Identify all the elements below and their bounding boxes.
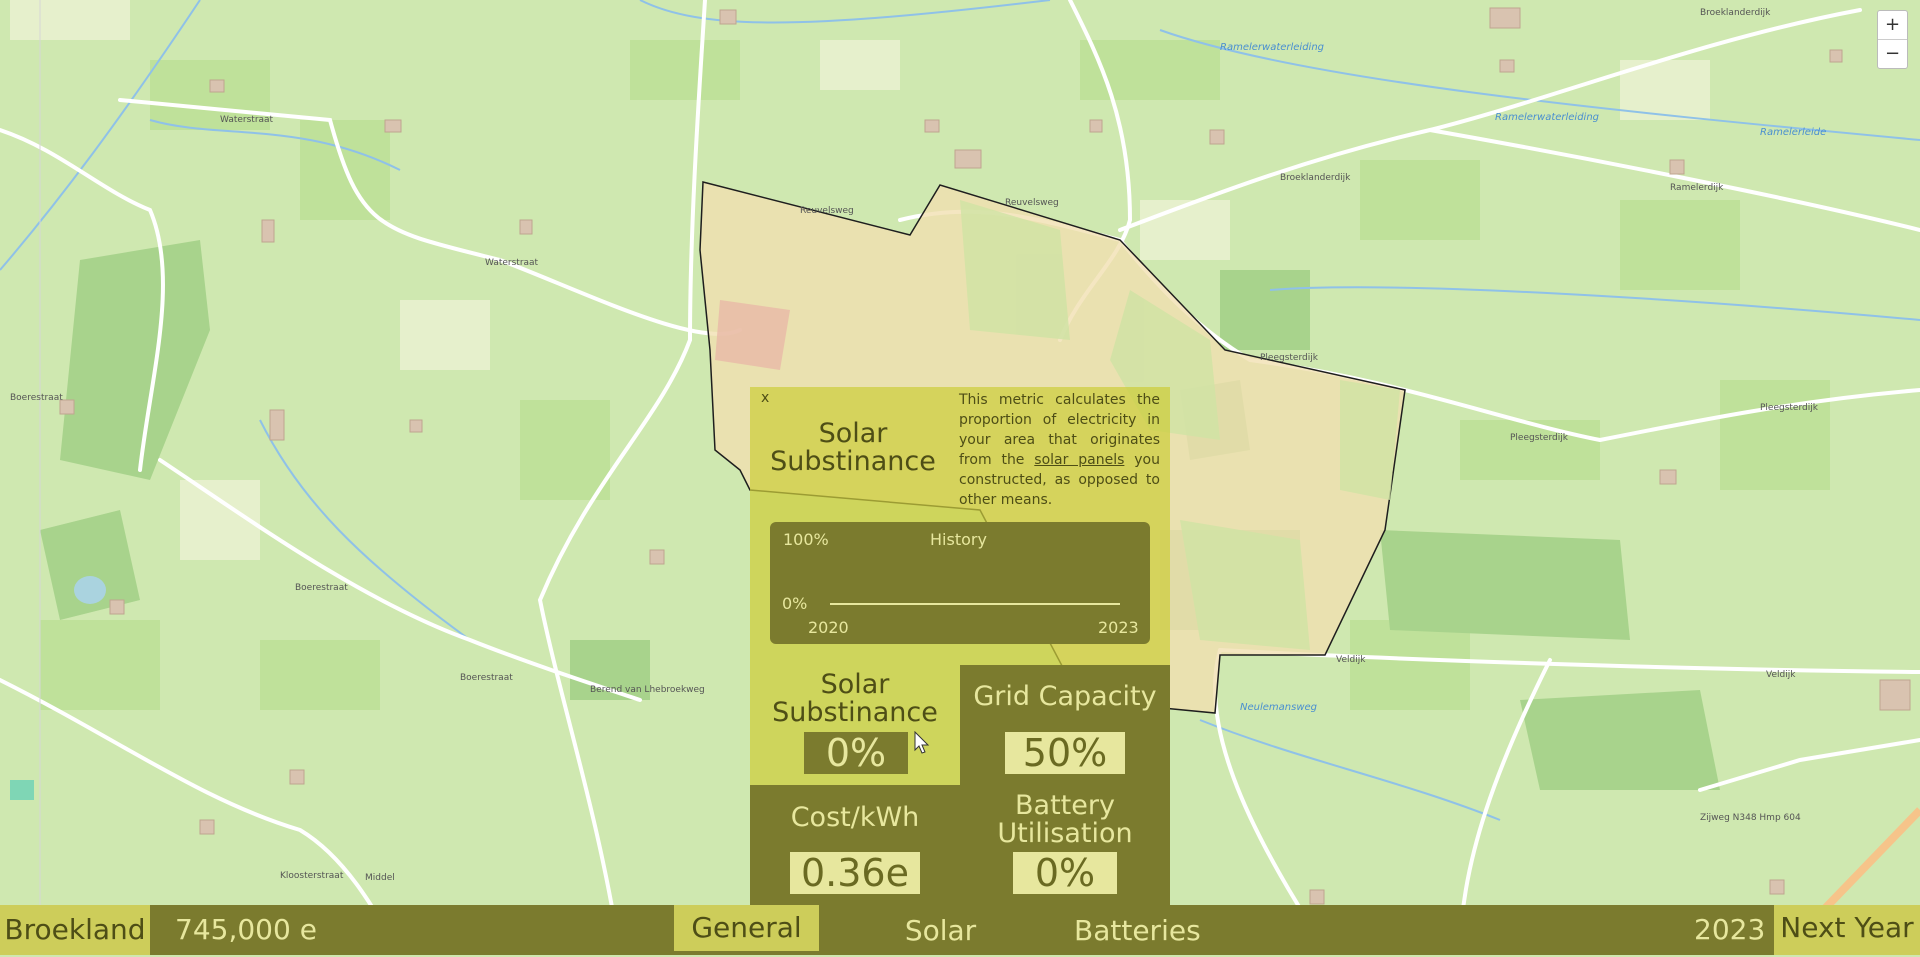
metric-value: 50%	[1005, 732, 1125, 774]
x-end-label: 2023	[1098, 618, 1139, 637]
metric-tile-solar[interactable]: Solar Substinance 0%	[750, 665, 960, 785]
metric-label: Solar Substinance	[772, 669, 938, 728]
street-label: Pleegsterdijk	[1510, 433, 1569, 443]
history-chart: 100% History 0% 2020 2023	[770, 522, 1150, 644]
water-label: Ramelerleide	[1760, 127, 1826, 138]
metric-value: 0%	[804, 732, 908, 774]
pond	[10, 780, 34, 800]
zoom-in-button[interactable]: +	[1878, 11, 1907, 39]
history-title: History	[930, 530, 987, 549]
mouse-cursor-icon	[914, 731, 930, 754]
street-label: Broeklanderdijk	[1280, 173, 1351, 183]
next-year-button[interactable]: Next Year	[1774, 905, 1920, 955]
street-label: Veldijk	[1766, 670, 1796, 680]
water-label: Neulemansweg	[1240, 702, 1317, 713]
street-label: Pleegsterdijk	[1260, 353, 1319, 363]
metric-label: Cost/kWh	[790, 802, 920, 833]
x-start-label: 2020	[808, 618, 849, 637]
metric-value: 0%	[1013, 852, 1117, 894]
metric-value: 0.36e	[790, 852, 920, 894]
street-label: Broeklanderdijk	[1700, 8, 1771, 18]
panel-title: Solar Substinance	[770, 418, 936, 477]
current-year: 2023	[1694, 913, 1766, 946]
street-label: Ramelerdijk	[1670, 183, 1724, 193]
lake	[74, 576, 106, 604]
metric-tile-battery[interactable]: Battery Utilisation 0%	[960, 785, 1170, 905]
bottom-bar: Broekland 745,000 e General Solar Batter…	[0, 905, 1920, 955]
street-label: Berend van Lhebroekweg	[590, 685, 705, 695]
water-label: Ramelerwaterleiding	[1220, 42, 1324, 53]
zoom-control: + −	[1877, 10, 1908, 69]
region-button[interactable]: Broekland	[0, 905, 150, 955]
metric-tile-cost[interactable]: Cost/kWh 0.36e	[750, 785, 960, 905]
budget-display: 745,000 e	[175, 913, 317, 946]
street-label: Boerestraat	[10, 393, 63, 403]
metric-label: Grid Capacity	[973, 681, 1157, 712]
street-label: Veldijk	[1336, 655, 1366, 665]
street-label: Middel	[365, 873, 395, 883]
residential-area	[715, 300, 790, 370]
street-label: Reuvelsweg	[800, 206, 854, 216]
street-label: Waterstraat	[220, 115, 274, 125]
metric-label: Battery Utilisation	[997, 790, 1133, 849]
metric-description: This metric calculates the proportion of…	[959, 390, 1160, 510]
panel-close-button[interactable]: x	[761, 390, 769, 406]
street-label: Boerestraat	[460, 673, 513, 683]
y-max-label: 100%	[783, 530, 829, 549]
water-label: Ramelerwaterleiding	[1495, 112, 1599, 123]
y-min-label: 0%	[782, 594, 808, 613]
street-label: Zijweg N348 Hmp 604	[1700, 813, 1801, 823]
street-label: Waterstraat	[485, 258, 539, 268]
solar-panels-link[interactable]: solar panels	[1034, 452, 1124, 468]
tab-general[interactable]: General	[674, 905, 819, 951]
metric-tile-grid[interactable]: Grid Capacity 50%	[960, 665, 1170, 785]
tab-solar[interactable]: Solar	[898, 905, 983, 951]
street-label: Boerestraat	[295, 583, 348, 593]
street-label: Reuvelsweg	[1005, 198, 1059, 208]
history-line	[830, 603, 1120, 605]
street-label: Pleegsterdijk	[1760, 403, 1819, 413]
tab-batteries[interactable]: Batteries	[1074, 905, 1201, 951]
street-label: Kloosterstraat	[280, 871, 344, 881]
zoom-out-button[interactable]: −	[1878, 39, 1907, 68]
